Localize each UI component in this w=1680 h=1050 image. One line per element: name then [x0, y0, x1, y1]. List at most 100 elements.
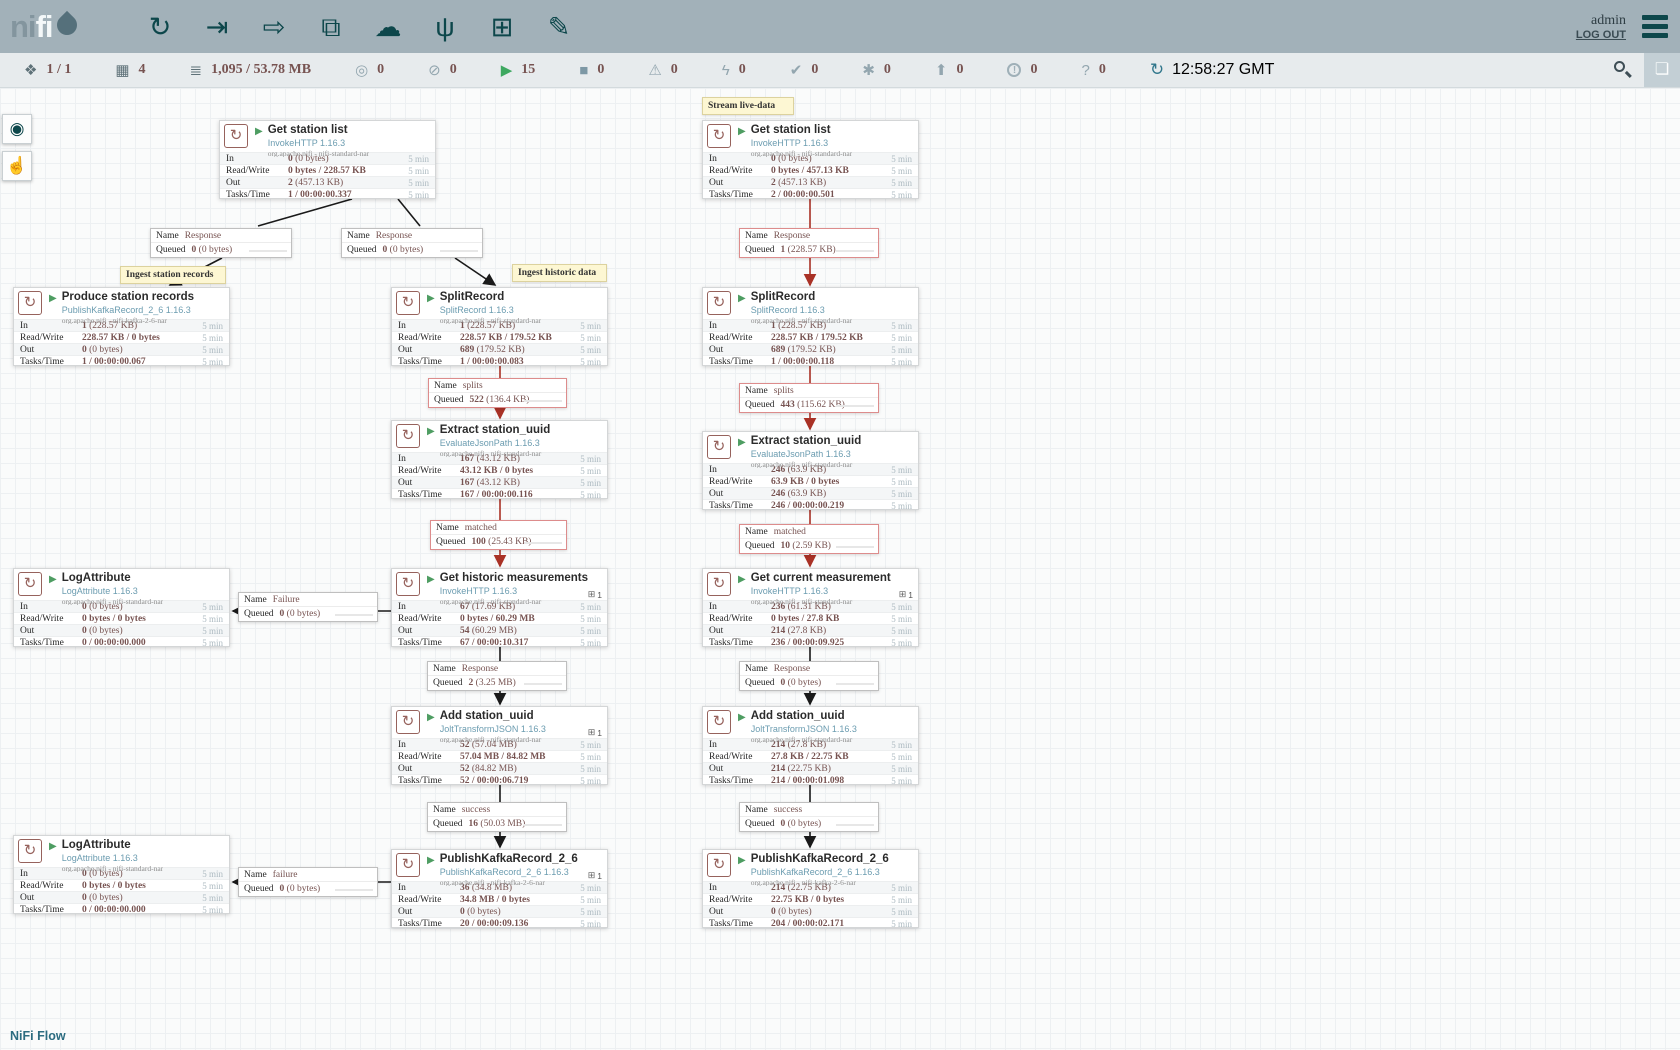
processor-logattribute[interactable]: ↻ ▶ LogAttribute LogAttribute 1.16.3 org…	[13, 568, 230, 647]
processor-splitrecord[interactable]: ↻ ▶ SplitRecord SplitRecord 1.16.3 org.a…	[391, 287, 608, 366]
connection-label-matched[interactable]: Name matched Queued 100 (25.43 KB)	[430, 520, 567, 550]
stat-row: Tasks/Time 67 / 00:00:10.317 5 min	[392, 636, 607, 648]
processor-type: PublishKafkaRecord_2_6 1.16.3	[751, 868, 889, 877]
status-value: 0	[811, 62, 818, 78]
stat-row: Read/Write 0 bytes / 228.57 KB 5 min	[220, 164, 435, 176]
status-value: 0	[377, 62, 384, 78]
stat-row: Read/Write 34.8 MB / 0 bytes 5 min	[392, 893, 607, 905]
processor-extract-station-uuid[interactable]: ↻ ▶ Extract station_uuid EvaluateJsonPat…	[702, 431, 919, 510]
queue-percent-track	[239, 893, 377, 896]
connection-label-failure[interactable]: Name failure Queued 0 (0 bytes)	[238, 867, 378, 897]
processor-publishkafkarecord-2-6[interactable]: ↻ ▶ PublishKafkaRecord_2_6 PublishKafkaR…	[391, 849, 608, 928]
flow-label-ingest-historic-data[interactable]: Ingest historic data	[512, 264, 607, 282]
stat-row: Tasks/Time 204 / 00:00:02.171 5 min	[703, 917, 918, 929]
processor-name: Add station_uuid	[751, 711, 857, 723]
running-status-icon: ▶	[738, 574, 746, 585]
stat-row: Tasks/Time 236 / 00:00:09.925 5 min	[703, 636, 918, 648]
processor-bundle: org.apache.nifi - nifi-standard-nar	[62, 865, 163, 873]
template-icon[interactable]: ⊞	[480, 2, 524, 52]
stat-row: Out 689 (179.52 KB) 5 min	[392, 343, 607, 355]
stat-row: Read/Write 0 bytes / 60.29 MB 5 min	[392, 612, 607, 624]
transmitting-icon: ◎	[355, 61, 368, 79]
running-status-icon: ▶	[738, 126, 746, 137]
queue-percent-track	[740, 828, 878, 831]
connection-label-response[interactable]: Name Response Queued 0 (0 bytes)	[150, 228, 292, 258]
processor-get-station-list[interactable]: ↻ ▶ Get station list InvokeHTTP 1.16.3 o…	[702, 120, 919, 199]
connection-label-matched[interactable]: Name matched Queued 10 (2.59 KB)	[739, 524, 879, 554]
active-tasks-badge: ⊞ 1	[588, 870, 602, 881]
running-status-icon: ▶	[738, 293, 746, 304]
current-user: admin	[1576, 13, 1626, 29]
processor-type: LogAttribute 1.16.3	[62, 587, 163, 596]
processor-stats: In 0 (0 bytes) 5 min Read/Write 0 bytes …	[14, 867, 229, 915]
remote-process-group-icon[interactable]: ☁	[366, 2, 410, 52]
stat-row: Out 2 (457.13 KB) 5 min	[220, 176, 435, 188]
up-to-date-icon: ✔	[790, 61, 803, 79]
active-threads-icon: ▦	[115, 61, 129, 79]
flow-canvas[interactable]: ◉ ☝ ↻ ▶ Get station list InvokeHTTP 1.16.…	[0, 88, 1680, 1050]
funnel-icon[interactable]: ψ	[423, 2, 467, 52]
processor-stats: In 167 (43.12 KB) 5 min Read/Write 43.12…	[392, 452, 607, 500]
flow-label-ingest-station-records[interactable]: Ingest station records	[120, 266, 226, 284]
processor-get-station-list[interactable]: ↻ ▶ Get station list InvokeHTTP 1.16.3 o…	[219, 120, 436, 199]
birdseye-toggle-button[interactable]: ❏	[1644, 53, 1680, 87]
input-port-icon[interactable]: ⇥	[195, 2, 239, 52]
label-icon[interactable]: ✎	[537, 2, 581, 52]
operate-palette-button[interactable]: ☝	[2, 151, 32, 181]
status-item-stale: ⬆0	[935, 61, 964, 79]
processor-get-current-measurement[interactable]: ↻ ▶ Get current measurement InvokeHTTP 1…	[702, 568, 919, 647]
queue-percent-track	[429, 404, 566, 407]
queue-size-track	[335, 889, 373, 891]
connection-name: Failure	[273, 595, 300, 605]
processor-splitrecord[interactable]: ↻ ▶ SplitRecord SplitRecord 1.16.3 org.a…	[702, 287, 919, 366]
processor-logattribute[interactable]: ↻ ▶ LogAttribute LogAttribute 1.16.3 org…	[13, 835, 230, 914]
stat-row: Read/Write 43.12 KB / 0 bytes 5 min	[392, 464, 607, 476]
queued-flowfiles-icon: ≣	[190, 61, 203, 79]
status-value: 1,095 / 53.78 MB	[211, 62, 311, 78]
connection-label-splits[interactable]: Name splits Queued 443 (115.62 KB)	[739, 383, 879, 413]
processor-stamp-icon: ↻	[707, 710, 731, 734]
status-item-locally-modified: ✱0	[862, 61, 891, 79]
processor-name: SplitRecord	[751, 292, 852, 304]
output-port-icon[interactable]: ⇨	[252, 2, 296, 52]
processor-add-station-uuid[interactable]: ↻ ▶ Add station_uuid JoltTransformJSON 1…	[702, 706, 919, 785]
processor-bundle: org.apache.nifi - nifi-standard-nar	[751, 150, 852, 158]
global-menu-button[interactable]	[1642, 15, 1668, 38]
connection-label-response[interactable]: Name Response Queued 2 (3.25 MB)	[427, 661, 567, 691]
processor-add-station-uuid[interactable]: ↻ ▶ Add station_uuid JoltTransformJSON 1…	[391, 706, 608, 785]
refresh-icon[interactable]: ↻	[1150, 60, 1164, 80]
processor-stamp-icon: ↻	[707, 435, 731, 459]
process-group-icon[interactable]: ⧉	[309, 2, 353, 52]
search-button[interactable]	[1600, 53, 1644, 87]
processor-publishkafkarecord-2-6[interactable]: ↻ ▶ PublishKafkaRecord_2_6 PublishKafkaR…	[702, 849, 919, 928]
connection-label-response[interactable]: Name Response Queued 0 (0 bytes)	[739, 661, 879, 691]
flow-label-stream-live-data[interactable]: Stream live-data	[702, 97, 794, 115]
active-tasks-badge: ⊞ 1	[588, 727, 602, 738]
navigate-palette-button[interactable]: ◉	[2, 114, 32, 144]
connection-label-success[interactable]: Name success Queued 0 (0 bytes)	[739, 802, 879, 832]
breadcrumb-root[interactable]: NiFi Flow	[10, 1029, 66, 1043]
logout-link[interactable]: LOG OUT	[1576, 29, 1626, 41]
processor-produce-station-records[interactable]: ↻ ▶ Produce station records PublishKafka…	[13, 287, 230, 366]
processor-stats: In 0 (0 bytes) 5 min Read/Write 0 bytes …	[703, 152, 918, 200]
connection-name: splits	[463, 381, 483, 391]
app-header: nifi ↻⇥⇨⧉☁ψ⊞✎ admin LOG OUT	[0, 0, 1680, 53]
connection-label-success[interactable]: Name success Queued 16 (50.03 MB)	[427, 802, 567, 832]
processor-icon[interactable]: ↻	[138, 2, 182, 52]
connection-name: success	[774, 805, 803, 815]
connection-line	[455, 258, 495, 285]
tasks-icon: ⊞	[899, 589, 907, 600]
processor-stats: In 1 (228.57 KB) 5 min Read/Write 228.57…	[392, 319, 607, 367]
processor-get-historic-measurements[interactable]: ↻ ▶ Get historic measurements InvokeHTTP…	[391, 568, 608, 647]
processor-name: SplitRecord	[440, 292, 541, 304]
stat-row: Read/Write 57.04 MB / 84.82 MB 5 min	[392, 750, 607, 762]
connection-label-failure[interactable]: Name Failure Queued 0 (0 bytes)	[238, 592, 378, 622]
connection-label-splits[interactable]: Name splits Queued 522 (136.4 KB)	[428, 378, 567, 408]
connection-label-response[interactable]: Name Response Queued 0 (0 bytes)	[341, 228, 483, 258]
running-status-icon: ▶	[255, 126, 263, 137]
connection-label-response[interactable]: Name Response Queued 1 (228.57 KB)	[739, 228, 879, 258]
processor-name: LogAttribute	[62, 840, 163, 852]
processor-stamp-icon: ↻	[396, 424, 420, 448]
connection-name: Response	[774, 664, 810, 674]
processor-extract-station-uuid[interactable]: ↻ ▶ Extract station_uuid EvaluateJsonPat…	[391, 420, 608, 499]
